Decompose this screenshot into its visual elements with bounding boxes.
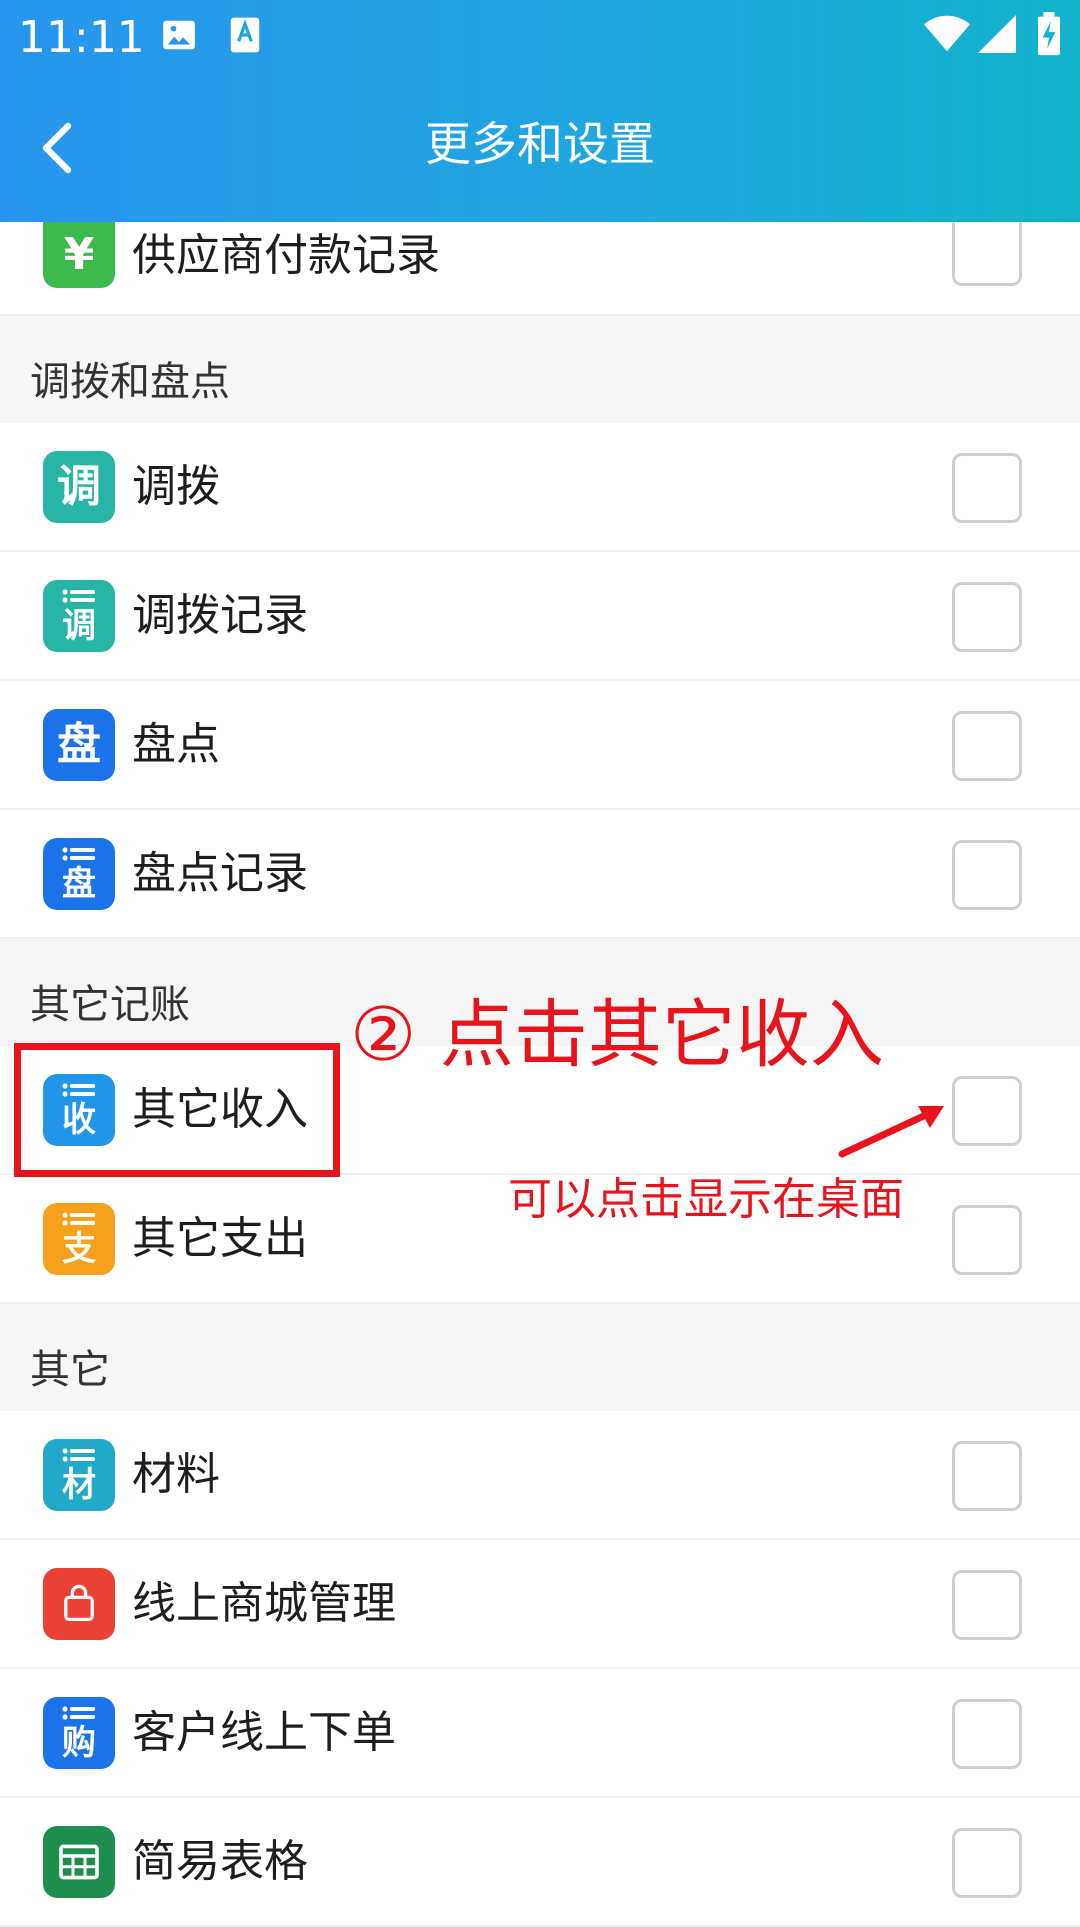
annotation-hint-label: 可以点击显示在桌面 (508, 1174, 904, 1225)
image-notification-icon (163, 20, 195, 50)
yen-icon: ¥ (43, 222, 115, 288)
list-badge-icon: 材 (43, 1439, 115, 1511)
show-on-desktop-checkbox[interactable] (952, 1828, 1022, 1898)
section-label: 其它记账 (30, 982, 190, 1028)
show-on-desktop-checkbox[interactable] (952, 222, 1022, 286)
list-item-label: 调拨 (132, 461, 220, 512)
list-item-label: 简易表格 (132, 1836, 308, 1887)
signal-icon (978, 15, 1016, 53)
battery-charging-icon (1038, 12, 1060, 56)
wifi-icon (924, 15, 970, 52)
list-badge-icon: 盘 (43, 838, 115, 910)
list-item-supplier-payment-records[interactable]: ¥ 供应商付款记录 (0, 222, 1080, 316)
app-header: 11:11 更多和设置 (0, 0, 1080, 222)
list-badge-icon: 调 (43, 580, 115, 652)
annotation-step-label: ② 点击其它收入 (350, 992, 884, 1078)
table-grid-icon (43, 1826, 115, 1898)
list-item-label: 线上商城管理 (132, 1578, 396, 1629)
show-on-desktop-checkbox[interactable] (952, 840, 1022, 910)
show-on-desktop-checkbox[interactable] (952, 1441, 1022, 1511)
show-on-desktop-checkbox[interactable] (952, 1570, 1022, 1640)
show-on-desktop-checkbox[interactable] (952, 1205, 1022, 1275)
list-item-label: 供应商付款记录 (132, 230, 440, 281)
status-time: 11:11 (18, 12, 145, 63)
char-badge-icon: 盘 (43, 709, 115, 781)
shopping-bag-icon (43, 1568, 115, 1640)
list-item[interactable]: 调调拨 (0, 423, 1080, 552)
list-badge-icon: 支 (43, 1203, 115, 1275)
show-on-desktop-checkbox[interactable] (952, 1699, 1022, 1769)
show-on-desktop-checkbox[interactable] (952, 453, 1022, 523)
list-item-label: 盘点记录 (132, 848, 308, 899)
list-item-label: 材料 (132, 1449, 220, 1500)
page-title: 更多和设置 (425, 117, 655, 171)
highlight-box (14, 1043, 340, 1177)
show-on-desktop-checkbox[interactable] (952, 1076, 1022, 1146)
section-header: 其它 (0, 1304, 1080, 1411)
section-header: 调拨和盘点 (0, 316, 1080, 423)
annotation-arrow-icon (838, 1106, 944, 1158)
list-item[interactable]: 简易表格 (0, 1798, 1080, 1927)
list-item[interactable]: 材材料 (0, 1411, 1080, 1540)
list-item-label: 其它支出 (132, 1213, 308, 1264)
list-badge-icon: 购 (43, 1697, 115, 1769)
list-item[interactable]: 购客户线上下单 (0, 1669, 1080, 1798)
section-label: 其它 (30, 1347, 110, 1393)
section-label: 调拨和盘点 (30, 359, 230, 405)
list-item-label: 盘点 (132, 719, 220, 770)
font-notification-icon (230, 17, 260, 53)
list-item[interactable]: 线上商城管理 (0, 1540, 1080, 1669)
list-item[interactable]: 调调拨记录 (0, 552, 1080, 681)
list-item[interactable]: 盘盘点 (0, 681, 1080, 810)
char-badge-icon: 调 (43, 451, 115, 523)
list-item-label: 调拨记录 (132, 590, 308, 641)
list-item-label: 客户线上下单 (132, 1707, 396, 1758)
show-on-desktop-checkbox[interactable] (952, 582, 1022, 652)
show-on-desktop-checkbox[interactable] (952, 711, 1022, 781)
list-item[interactable]: 盘盘点记录 (0, 810, 1080, 939)
